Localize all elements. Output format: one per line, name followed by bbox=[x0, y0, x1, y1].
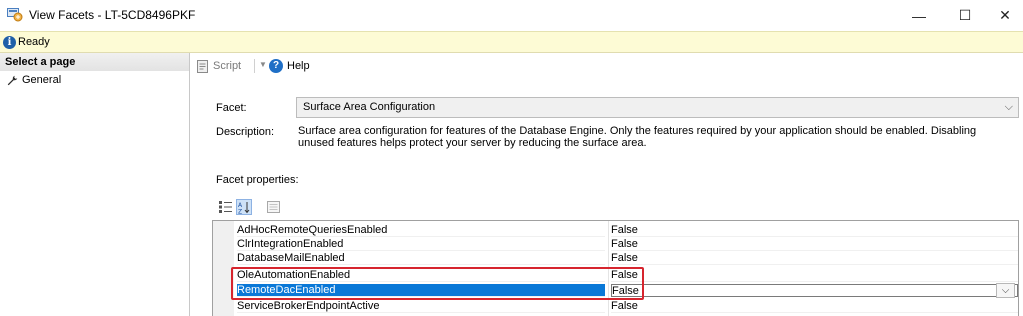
property-pages-button[interactable] bbox=[265, 199, 281, 215]
categorized-icon bbox=[219, 201, 232, 213]
property-value-editor[interactable]: False bbox=[611, 284, 1018, 297]
svg-text:Z: Z bbox=[238, 208, 242, 214]
property-value: False bbox=[611, 224, 1018, 237]
toolbar: Script ▼ ? Help bbox=[190, 53, 1023, 79]
property-value: False bbox=[611, 300, 1018, 313]
table-row[interactable]: ClrIntegrationEnabled False bbox=[234, 238, 1018, 251]
table-row[interactable]: DatabaseMailEnabled False bbox=[234, 252, 1018, 265]
chevron-down-icon: ⌵ bbox=[1004, 101, 1013, 113]
property-name: ClrIntegrationEnabled bbox=[237, 238, 605, 251]
title-bar: View Facets - LT-5CD8496PKF — ☐ ✕ bbox=[0, 0, 1023, 31]
toolbar-separator bbox=[254, 59, 255, 73]
maximize-button[interactable]: ☐ bbox=[943, 0, 987, 31]
status-text: Ready bbox=[18, 36, 50, 48]
minimize-icon: — bbox=[912, 7, 926, 24]
minimize-button[interactable]: — bbox=[897, 0, 941, 31]
facet-properties-label: Facet properties: bbox=[216, 174, 299, 186]
script-button[interactable]: Script bbox=[197, 58, 241, 74]
property-name: ServiceBrokerEndpointActive bbox=[237, 300, 605, 313]
facet-select-value: Surface Area Configuration bbox=[303, 101, 436, 113]
sort-alphabetical-icon: A Z bbox=[238, 201, 250, 214]
property-name: AdHocRemoteQueriesEnabled bbox=[237, 224, 605, 237]
description-label: Description: bbox=[216, 126, 275, 138]
description-text: Surface area configuration for features … bbox=[298, 125, 977, 149]
page-selector-title: Select a page bbox=[5, 56, 76, 68]
facet-label: Facet: bbox=[216, 102, 247, 114]
property-value: False bbox=[611, 238, 1018, 251]
table-row[interactable]: ServiceBrokerEndpointActive False bbox=[234, 300, 1018, 313]
page-selector-header: Select a page bbox=[0, 53, 189, 71]
page-selector-pane: Select a page General bbox=[0, 53, 190, 316]
view-facets-icon bbox=[7, 8, 23, 22]
help-label: Help bbox=[287, 60, 310, 72]
close-icon: ✕ bbox=[999, 7, 1011, 23]
property-pages-icon bbox=[266, 201, 280, 213]
table-row[interactable]: AdHocRemoteQueriesEnabled False bbox=[234, 224, 1018, 237]
chevron-down-icon: ⌵ bbox=[1001, 285, 1010, 296]
script-icon bbox=[197, 59, 208, 73]
script-dropdown-icon[interactable]: ▼ bbox=[259, 60, 267, 69]
help-button[interactable]: ? Help bbox=[269, 58, 310, 74]
categorized-view-button[interactable] bbox=[218, 199, 234, 215]
page-item-general[interactable]: General bbox=[7, 73, 61, 87]
property-name: DatabaseMailEnabled bbox=[237, 252, 605, 265]
page-item-label: General bbox=[22, 74, 62, 86]
help-icon: ? bbox=[269, 59, 283, 73]
facet-select[interactable]: Surface Area Configuration ⌵ bbox=[296, 97, 1019, 118]
alphabetical-view-button[interactable]: A Z bbox=[236, 199, 252, 215]
value-dropdown-button[interactable]: ⌵ bbox=[996, 283, 1015, 298]
property-value: False bbox=[611, 269, 1018, 282]
maximize-icon: ☐ bbox=[958, 7, 972, 23]
info-icon: i bbox=[3, 36, 16, 49]
status-bar: i Ready bbox=[0, 31, 1023, 53]
wrench-icon bbox=[7, 75, 18, 85]
window-title: View Facets - LT-5CD8496PKF bbox=[29, 8, 196, 22]
script-label: Script bbox=[213, 60, 242, 72]
property-value: False bbox=[611, 252, 1018, 265]
annotation-highlight-box bbox=[231, 267, 644, 300]
close-button[interactable]: ✕ bbox=[983, 0, 1023, 31]
